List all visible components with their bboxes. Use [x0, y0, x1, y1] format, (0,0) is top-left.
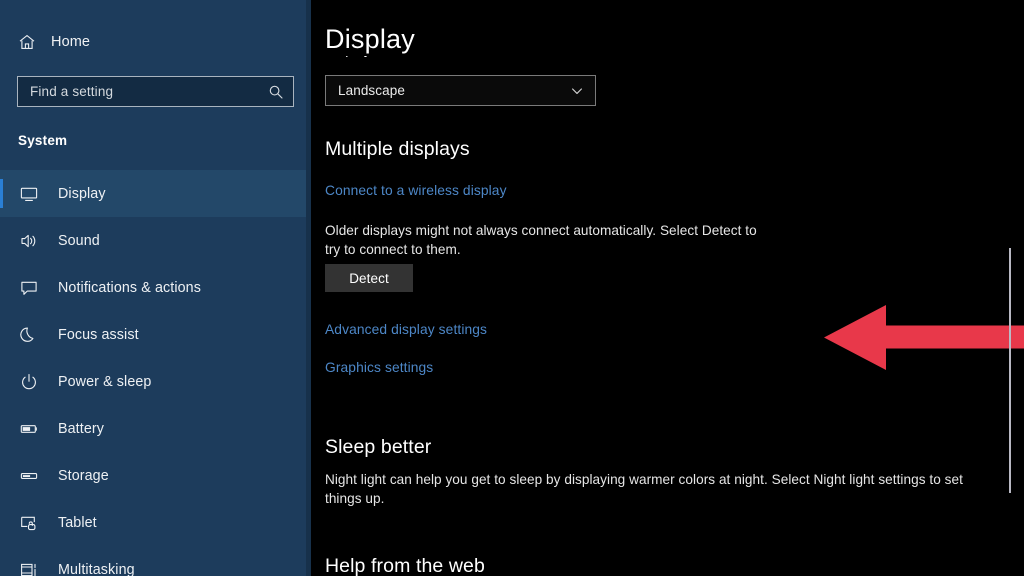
- graphics-settings-link[interactable]: Graphics settings: [325, 360, 433, 375]
- sidebar-item-tablet[interactable]: Tablet: [0, 499, 311, 546]
- multiple-displays-description: Older displays might not always connect …: [325, 223, 757, 257]
- multitasking-icon: [18, 559, 40, 576]
- sidebar-item-label: Sound: [58, 232, 100, 249]
- power-icon: [18, 371, 40, 393]
- sidebar-item-power-sleep[interactable]: Power & sleep: [0, 358, 311, 405]
- sidebar-item-label: Display: [58, 185, 106, 202]
- main-content: Display Display orientation Landscape Mu…: [311, 0, 1024, 576]
- sidebar-item-label: Multitasking: [58, 561, 135, 576]
- moon-icon: [18, 324, 40, 346]
- sidebar-item-label: Power & sleep: [58, 373, 152, 390]
- section-heading-multiple-displays: Multiple displays: [325, 138, 470, 160]
- page-title: Display: [325, 24, 415, 54]
- sidebar-item-sound[interactable]: Sound: [0, 217, 311, 264]
- notification-icon: [18, 277, 40, 299]
- search-placeholder: Find a setting: [30, 84, 114, 99]
- sidebar-item-multitasking[interactable]: Multitasking: [0, 546, 311, 576]
- sidebar-item-storage[interactable]: Storage: [0, 452, 311, 499]
- detect-button[interactable]: Detect: [325, 264, 413, 292]
- section-heading-help-from-web: Help from the web: [325, 555, 485, 576]
- monitor-icon: [18, 183, 40, 205]
- sidebar-item-focus-assist[interactable]: Focus assist: [0, 311, 311, 358]
- left-arrow-annotation: [824, 303, 1024, 375]
- connect-wireless-display-link[interactable]: Connect to a wireless display: [325, 183, 507, 198]
- speaker-icon: [18, 230, 40, 252]
- sidebar-group-title: System: [18, 133, 68, 148]
- search-input[interactable]: Find a setting: [17, 76, 294, 107]
- section-heading-sleep-better: Sleep better: [325, 436, 432, 458]
- dropdown-selected-value: Landscape: [338, 83, 405, 98]
- storage-icon: [18, 465, 40, 487]
- battery-icon: [18, 418, 40, 440]
- sidebar-item-home[interactable]: Home: [0, 27, 311, 57]
- sidebar-item-label: Focus assist: [58, 326, 139, 343]
- sidebar-home-label: Home: [51, 34, 91, 50]
- advanced-display-settings-link[interactable]: Advanced display settings: [325, 322, 487, 337]
- chevron-down-icon: [570, 84, 584, 98]
- sidebar-item-display[interactable]: Display: [0, 170, 311, 217]
- sidebar-item-notifications[interactable]: Notifications & actions: [0, 264, 311, 311]
- home-icon: [17, 32, 37, 52]
- sidebar: Home Find a setting System Display Sound…: [0, 0, 311, 576]
- sleep-better-description: Night light can help you get to sleep by…: [325, 472, 963, 506]
- sidebar-nav-list: Display Sound Notifications & actions Fo…: [0, 170, 311, 576]
- sidebar-item-label: Battery: [58, 420, 104, 437]
- tablet-icon: [18, 512, 40, 534]
- display-orientation-dropdown[interactable]: Landscape: [325, 75, 596, 106]
- settings-window: Home Find a setting System Display Sound…: [0, 0, 1024, 576]
- sidebar-item-label: Storage: [58, 467, 109, 484]
- search-icon: [268, 84, 284, 100]
- sidebar-item-battery[interactable]: Battery: [0, 405, 311, 452]
- scrollbar-thumb[interactable]: [1009, 248, 1011, 493]
- sidebar-item-label: Tablet: [58, 514, 97, 531]
- sidebar-item-label: Notifications & actions: [58, 279, 201, 296]
